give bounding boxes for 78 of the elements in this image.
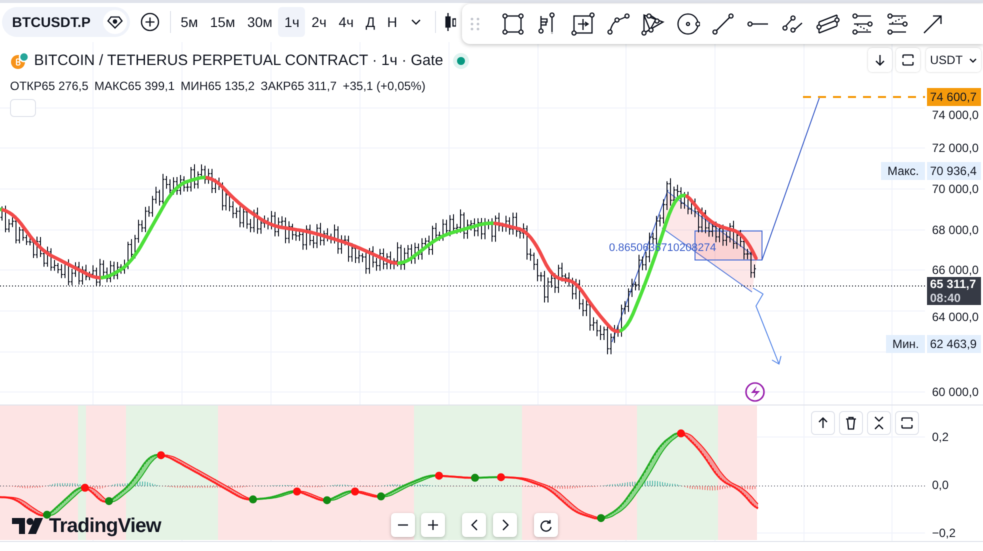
price-axis-label: 72 000,0	[932, 142, 979, 154]
price-axis-label: 70 000,0	[932, 183, 979, 195]
fib-extension-icon[interactable]	[886, 12, 910, 36]
zoom-in-button[interactable]	[421, 513, 445, 537]
down-arrow-icon	[875, 54, 885, 66]
interval-tab[interactable]: 30м	[241, 7, 278, 37]
interval-tab[interactable]: Н	[381, 7, 404, 37]
parallel-channel-icon[interactable]	[816, 12, 840, 36]
price-change: +35,1 (+0,05%)	[342, 78, 426, 94]
last-price-value: 65 311,7	[930, 277, 978, 291]
triangle-pattern-icon[interactable]	[641, 12, 665, 36]
price-axis-label: 66 000,0	[932, 264, 979, 276]
reset-button[interactable]	[534, 513, 558, 537]
status-dot-icon	[457, 57, 466, 66]
collapse-icon	[873, 416, 885, 430]
chevron-down-icon	[968, 58, 977, 62]
move-up-button[interactable]	[811, 411, 835, 435]
plus-icon	[427, 519, 439, 531]
price-axis-label: 74 000,0	[932, 109, 979, 121]
price-axis-label: 60 000,0	[932, 386, 979, 398]
reset-icon	[540, 518, 552, 532]
lightning-icon	[745, 382, 765, 402]
price-axis-label: 68 000,0	[932, 224, 979, 236]
fullscreen-icon	[901, 417, 913, 429]
logo-icon	[12, 517, 46, 535]
indicator-axis-label: 0,0	[932, 479, 949, 491]
interval-tab[interactable]: 5м	[174, 7, 204, 37]
price-tag: 62 463,9	[927, 335, 981, 353]
trash-icon	[845, 416, 857, 430]
maximize-pane-button[interactable]	[895, 411, 919, 435]
chevron-right-icon	[502, 519, 508, 531]
chevron-down-icon[interactable]	[411, 19, 422, 25]
interval-tab[interactable]: 1ч	[278, 7, 306, 37]
diamond-icon	[106, 15, 123, 29]
ohlc-label: ОТКР	[10, 78, 42, 94]
price-tag: 70 936,4	[927, 162, 981, 180]
interval-tab[interactable]: 2ч	[305, 7, 333, 37]
fullscreen-icon	[902, 54, 914, 66]
ohlc-value: 65 399,1	[128, 78, 175, 94]
fib-retracement-icon[interactable]	[851, 12, 875, 36]
price-label-caption: Макс.	[881, 162, 925, 180]
indicator-axis-label: −0,2	[932, 527, 956, 539]
fullscreen-button[interactable]	[896, 48, 920, 72]
logo-text: TradingView	[49, 514, 161, 539]
chart-title: BITCOIN / TETHERUS PERPETUAL CONTRACT · 1ч · Gate	[34, 51, 444, 71]
ohlc-value: 65 311,7	[290, 78, 337, 94]
ohlc-value: 65 276,5	[42, 78, 88, 94]
currency-dropdown[interactable]: USDT	[926, 48, 981, 72]
chevron-left-icon	[470, 519, 478, 531]
ohlc-value: 65 135,2	[208, 78, 255, 94]
grip-icon[interactable]	[470, 17, 480, 31]
trend-line-icon[interactable]	[711, 12, 735, 36]
ohlc-label: ЗАКР	[260, 78, 291, 94]
ohlc-label: МИН	[180, 78, 208, 94]
countdown-timer: 08:40	[930, 291, 962, 305]
interval-tab[interactable]: Д	[360, 7, 382, 37]
scroll-left-button[interactable]	[462, 513, 486, 537]
legend-toggle-button[interactable]	[10, 98, 36, 116]
up-arrow-icon	[818, 417, 828, 429]
interval-tab[interactable]: 15м	[204, 7, 242, 37]
scroll-down-button[interactable]	[868, 48, 892, 72]
delete-button[interactable]	[839, 411, 863, 435]
symbol-search-button[interactable]: BTCUSDT.P	[2, 7, 130, 37]
rectangle-icon[interactable]	[501, 12, 525, 36]
curve-icon[interactable]	[606, 12, 630, 36]
ohlc-label: МАКС	[94, 78, 128, 94]
add-symbol-icon[interactable]	[140, 12, 160, 32]
scroll-right-button[interactable]	[493, 513, 517, 537]
candles-icon[interactable]	[444, 11, 456, 33]
price-tag: 74 600,7	[927, 88, 981, 106]
circle-icon[interactable]	[676, 12, 700, 36]
bitcoin-icon	[10, 52, 30, 70]
crosshair-box-icon[interactable]	[571, 12, 595, 36]
interval-tab[interactable]: 4ч	[332, 7, 360, 37]
indicator-axis-label: 0,2	[932, 431, 949, 443]
price-axis-label: 64 000,0	[932, 311, 979, 323]
price-label-caption: Мин.	[886, 335, 925, 353]
collapse-pane-button[interactable]	[867, 411, 891, 435]
